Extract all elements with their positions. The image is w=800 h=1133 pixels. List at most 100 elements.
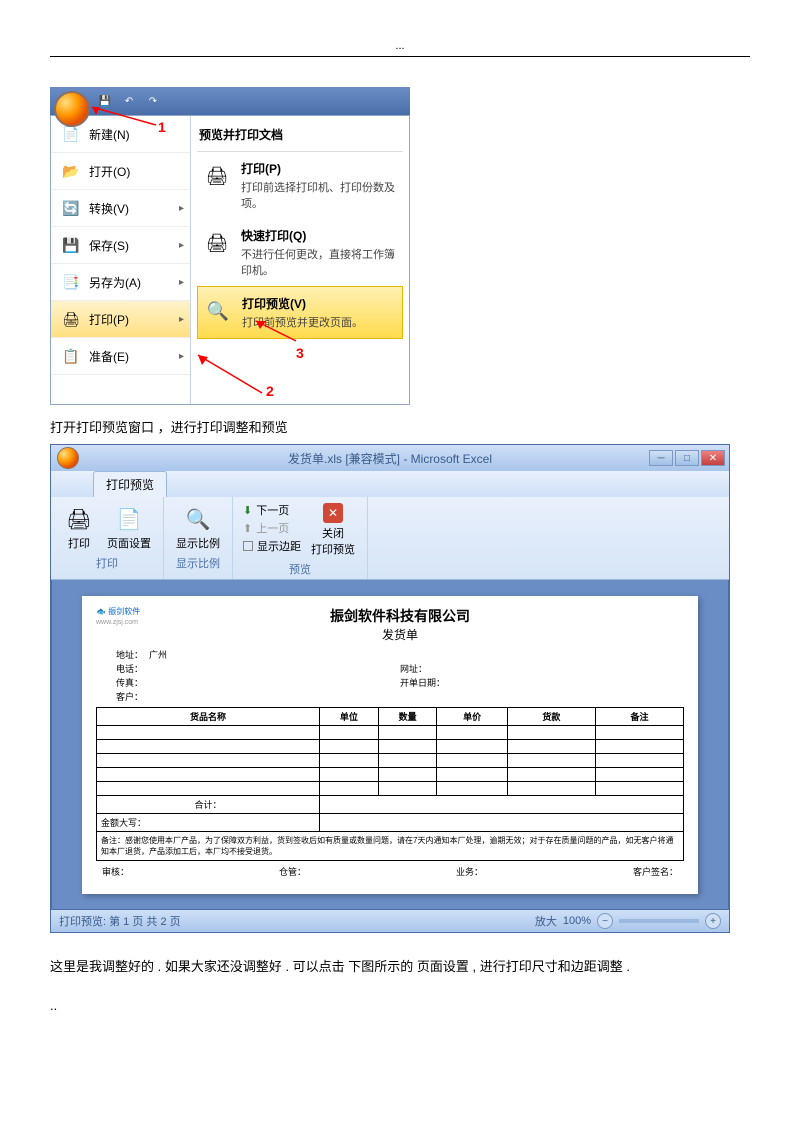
document-company: 振剑软件科技有限公司 xyxy=(196,606,604,626)
quick-access-toolbar: 💾 ↶ ↷ xyxy=(50,87,410,115)
close-icon: ✕ xyxy=(323,503,343,523)
submenu-print-preview[interactable]: 🔍 打印预览(V) 打印前预览并更改页面。 xyxy=(197,286,403,339)
printer-icon: 🖨 xyxy=(201,160,233,192)
save-icon: 💾 xyxy=(59,233,83,257)
submenu-print[interactable]: 🖨 打印(P) 打印前选择打印机、打印份数及项。 xyxy=(197,152,403,219)
close-button[interactable]: ✕ xyxy=(701,450,725,466)
note-text: 感谢您使用本厂产品，为了保障双方利益，货到签收后如有质量或数量问题，请在7天内通… xyxy=(101,836,673,856)
menu-label: 转换(V) xyxy=(89,200,129,217)
menu-item-save[interactable]: 💾 保存(S) ▸ xyxy=(51,227,190,264)
menu-label: 打印(P) xyxy=(89,311,129,328)
menu-label: 另存为(A) xyxy=(89,274,141,291)
submenu-quick-print[interactable]: 🖨 快速打印(Q) 不进行任何更改，直接将工作簿印机。 xyxy=(197,219,403,286)
window-title: 发货单.xls [兼容模式] - Microsoft Excel xyxy=(288,450,492,467)
menu-item-convert[interactable]: 🔄 转换(V) ▸ xyxy=(51,190,190,227)
annotation-2: 2 xyxy=(266,383,274,399)
submenu-item-title: 快速打印(Q) xyxy=(241,227,399,244)
chevron-right-icon: ▸ xyxy=(179,314,184,325)
annotation-1: 1 xyxy=(158,119,166,135)
submenu-text: 打印(P) 打印前选择打印机、打印份数及项。 xyxy=(241,160,399,211)
header-dots: ... xyxy=(395,40,404,52)
signature-row: 审核： 仓管： 业务： 客户签名： xyxy=(96,861,684,882)
menu-item-print[interactable]: 🖨 打印(P) ▸ xyxy=(51,301,190,338)
ribbon-group-label: 显示比例 xyxy=(172,555,224,571)
zoom-button[interactable]: 🔍 显示比例 xyxy=(172,501,224,553)
submenu-item-title: 打印预览(V) xyxy=(242,295,398,312)
invoice-note: 备注：感谢您使用本厂产品，为了保障双方利益，货到签收后如有质量或数量问题，请在7… xyxy=(96,832,684,861)
next-page-button[interactable]: ⬇ 下一页 xyxy=(241,501,303,519)
printer-icon: 🖨 xyxy=(201,227,233,259)
prev-page-button[interactable]: ⬆ 上一页 xyxy=(241,519,303,537)
show-margins-checkbox[interactable]: 显示边距 xyxy=(241,537,303,555)
menu-label: 准备(E) xyxy=(89,348,129,365)
arrow-up-icon: ⬆ xyxy=(243,522,252,535)
qat-redo-icon[interactable]: ↷ xyxy=(144,92,162,110)
office-menu-body: 📄 新建(N) 📂 打开(O) 🔄 转换(V) ▸ 💾 保存(S) ▸ 📑 另存… xyxy=(50,115,410,405)
saveas-icon: 📑 xyxy=(59,270,83,294)
menu-item-prepare[interactable]: 📋 准备(E) ▸ xyxy=(51,338,190,375)
zoom-percent: 100% xyxy=(563,915,591,927)
status-text: 打印预览: 第 1 页 共 2 页 xyxy=(59,913,181,929)
maximize-button[interactable]: □ xyxy=(675,450,699,466)
submenu-item-desc: 打印前预览并更改页面。 xyxy=(242,314,398,330)
submenu-item-title: 打印(P) xyxy=(241,160,399,177)
table-header-row: 货品名称 单位 数量 单价 货款 备注 xyxy=(97,708,684,726)
ribbon-label: 显示边距 xyxy=(257,538,301,554)
th-amount: 货款 xyxy=(507,708,595,726)
document-title: 发货单 xyxy=(196,626,604,643)
tab-print-preview[interactable]: 打印预览 xyxy=(93,471,167,497)
page-header-line: ... xyxy=(50,40,750,57)
caption-1: 打开打印预览窗口 ，进行打印调整和预览 xyxy=(50,417,750,436)
submenu-text: 打印预览(V) 打印前预览并更改页面。 xyxy=(242,295,398,330)
sig-warehouse: 仓管： xyxy=(279,865,306,878)
ribbon-label: 下一页 xyxy=(256,502,289,518)
zoom-label: 放大 xyxy=(535,913,557,929)
preview-canvas[interactable]: 🐟 振剑软件 www.zjsj.com 振剑软件科技有限公司 发货单 地址：广州… xyxy=(51,580,729,910)
table-row xyxy=(97,754,684,768)
ribbon-group-label: 打印 xyxy=(59,555,155,571)
table-row xyxy=(97,768,684,782)
qat-undo-icon[interactable]: ↶ xyxy=(120,92,138,110)
addr-label: 地址： xyxy=(116,648,143,661)
minimize-button[interactable]: ─ xyxy=(649,450,673,466)
chevron-right-icon: ▸ xyxy=(179,351,184,362)
table-row xyxy=(97,782,684,796)
office-button-small[interactable] xyxy=(57,447,79,469)
close-preview-button[interactable]: ✕ 关闭 打印预览 xyxy=(307,501,359,559)
zoom-out-button[interactable]: − xyxy=(597,913,613,929)
menu-item-open[interactable]: 📂 打开(O) xyxy=(51,153,190,190)
print-button[interactable]: 🖨 打印 xyxy=(59,501,99,553)
addr-value: 广州 xyxy=(149,648,167,661)
office-button[interactable] xyxy=(54,91,90,127)
preview-page: 🐟 振剑软件 www.zjsj.com 振剑软件科技有限公司 发货单 地址：广州… xyxy=(82,596,698,894)
ribbon-group-preview: ⬇下一页 ⬆上一页 显示边距 ✕ 关闭 打印预览 预览 xyxy=(233,497,368,579)
ribbon-label: 上一页 xyxy=(256,520,289,536)
invoice-table: 货品名称 单位 数量 单价 货款 备注 合计： 金额大写： xyxy=(96,707,684,832)
magnifier-icon: 🔍 xyxy=(202,295,234,327)
submenu-item-desc: 打印前选择打印机、打印份数及项。 xyxy=(241,179,399,211)
sig-sales: 业务： xyxy=(456,865,483,878)
note-label: 备注： xyxy=(101,836,125,845)
print-icon: 🖨 xyxy=(59,307,83,331)
ribbon-tab-row: 打印预览 xyxy=(51,471,729,497)
ribbon-group-zoom: 🔍 显示比例 显示比例 xyxy=(164,497,233,579)
checkbox-icon xyxy=(243,541,253,551)
th-unit: 单位 xyxy=(320,708,379,726)
window-buttons: ─ □ ✕ xyxy=(649,450,725,466)
zoom-in-button[interactable]: + xyxy=(705,913,721,929)
chevron-right-icon: ▸ xyxy=(179,240,184,251)
table-total-row: 合计： xyxy=(97,796,684,814)
qat-save-icon[interactable]: 💾 xyxy=(96,92,114,110)
page-setup-button[interactable]: 📄 页面设置 xyxy=(103,501,155,553)
menu-label: 保存(S) xyxy=(89,237,129,254)
ribbon-label: 页面设置 xyxy=(107,535,151,551)
menu-item-saveas[interactable]: 📑 另存为(A) ▸ xyxy=(51,264,190,301)
arrow-down-icon: ⬇ xyxy=(243,504,252,517)
sig-customer: 客户签名： xyxy=(633,865,678,878)
ribbon-label: 关闭 xyxy=(322,525,344,541)
submenu-title: 预览并打印文档 xyxy=(197,122,403,152)
amount-upper-label: 金额大写： xyxy=(97,814,320,832)
zoom-slider[interactable] xyxy=(619,919,699,923)
annotation-3: 3 xyxy=(296,345,304,361)
submenu-item-desc: 不进行任何更改，直接将工作簿印机。 xyxy=(241,246,399,278)
